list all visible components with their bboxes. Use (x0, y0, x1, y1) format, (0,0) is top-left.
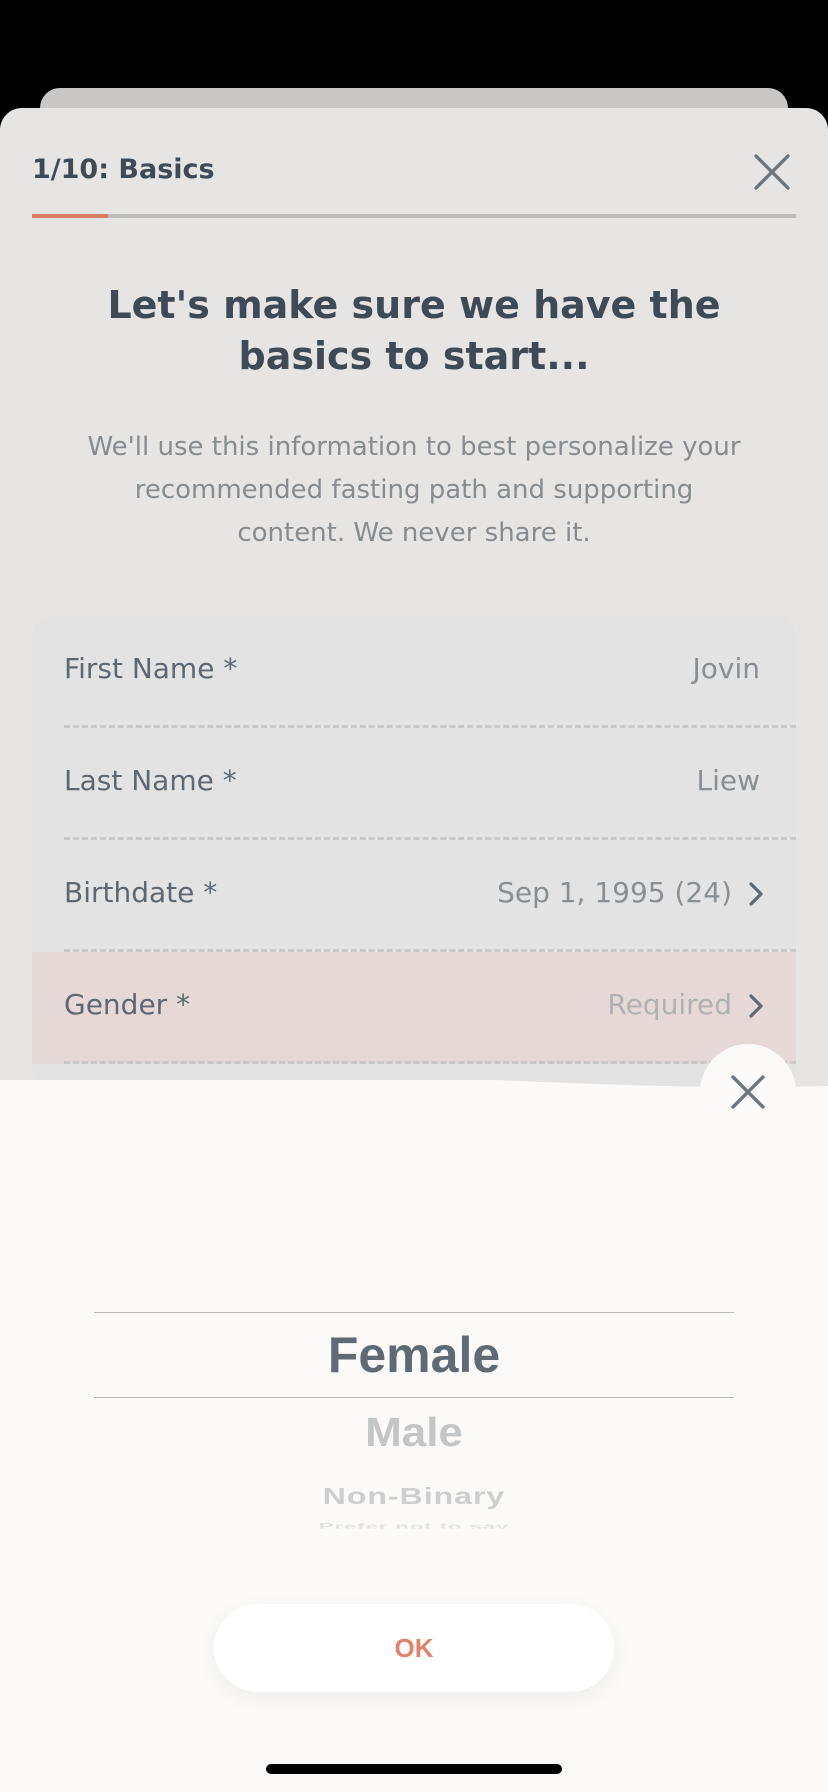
close-icon (731, 1075, 765, 1109)
first-name-value[interactable]: Jovin (693, 652, 760, 685)
close-icon (754, 154, 790, 190)
intro-heading: Let's make sure we have the basics to st… (107, 283, 721, 378)
chevron-right-icon (749, 994, 763, 1018)
birthdate-label: Birthdate * (64, 876, 218, 909)
intro-subtext: We'll use this information to best perso… (87, 432, 741, 548)
picker-selection-line-bottom (94, 1397, 734, 1398)
first-name-label: First Name * (64, 652, 238, 685)
gender-value: Required (607, 988, 732, 1021)
picker-option-non-binary[interactable]: Non-Binary (94, 1483, 734, 1510)
picker-close-button[interactable] (700, 1044, 796, 1140)
home-indicator (266, 1764, 562, 1774)
picker-option-female[interactable]: Female (94, 1326, 734, 1384)
basics-form: First Name * Jovin Last Name * Liew Birt… (32, 616, 796, 1086)
birthdate-value: Sep 1, 1995 (24) (497, 876, 732, 909)
row-divider (64, 1061, 796, 1064)
gender-row[interactable]: Gender * Required (32, 952, 796, 1064)
last-name-row[interactable]: Last Name * Liew (32, 728, 796, 840)
picker-selection-line-top (94, 1312, 734, 1313)
first-name-row[interactable]: First Name * Jovin (32, 616, 796, 728)
gender-label: Gender * (64, 988, 191, 1021)
last-name-label: Last Name * (64, 764, 237, 797)
step-title: 1/10: Basics (32, 154, 215, 185)
close-button[interactable] (752, 152, 792, 192)
status-bar (0, 0, 828, 100)
progress-bar (32, 214, 796, 218)
last-name-value[interactable]: Liew (696, 764, 760, 797)
birthdate-row[interactable]: Birthdate * Sep 1, 1995 (24) (32, 840, 796, 952)
progress-fill (32, 214, 109, 218)
picker-option-prefer-not-to-say[interactable]: Prefer not to say (94, 1521, 734, 1528)
picker-option-male[interactable]: Male (94, 1410, 734, 1456)
ok-button[interactable]: OK (214, 1604, 614, 1692)
chevron-right-icon (749, 882, 763, 906)
